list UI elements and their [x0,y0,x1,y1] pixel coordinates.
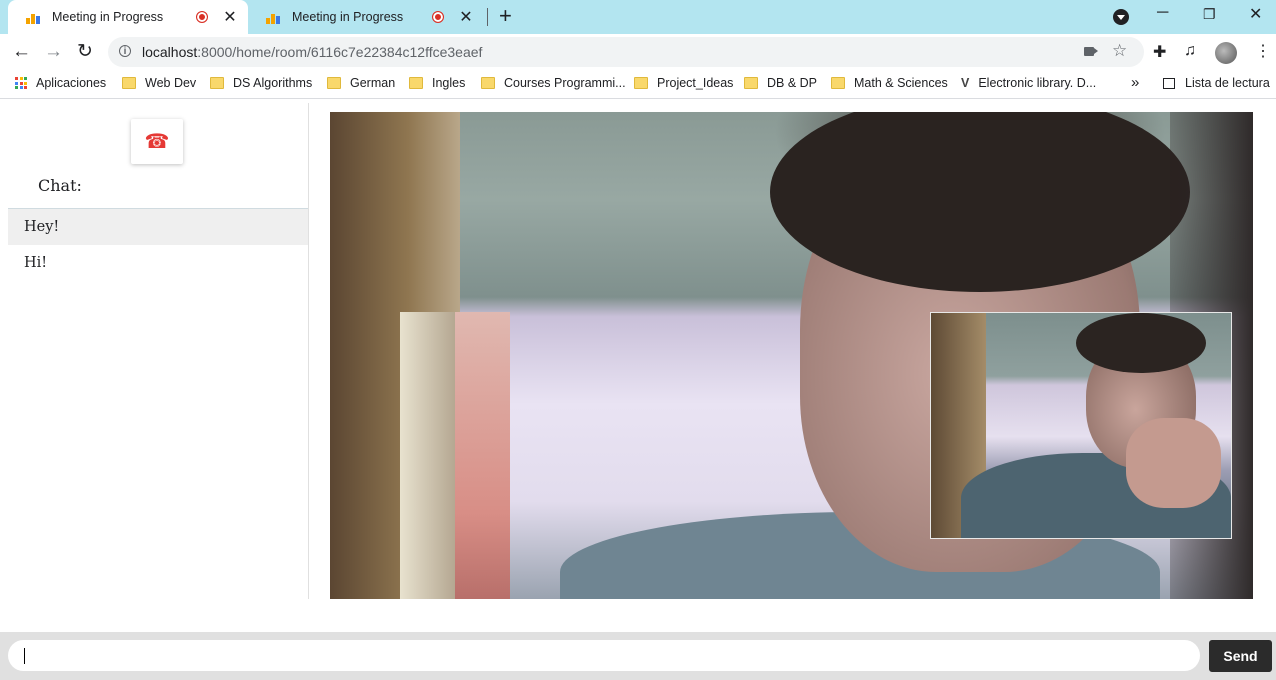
recording-indicator-icon [196,11,208,23]
hangup-button[interactable]: ☎ [131,119,183,164]
chat-message-input[interactable] [8,640,1200,671]
chat-message: Hi! [24,255,48,271]
minimize-icon[interactable]: ─ [1157,4,1168,22]
extensions-puzzle-icon[interactable]: ✚ [1153,42,1166,62]
folder-icon [327,77,341,89]
site-favicon-icon [266,10,282,24]
browser-toolbar: ← → ↻ i localhost:8000/home/room/6116c7e… [0,34,1276,70]
bookmark-folder[interactable]: DS Algorithms [210,76,312,90]
bookmark-folder[interactable]: Project_Ideas [634,76,733,90]
bookmark-link[interactable]: V Electronic library. D... [961,76,1096,90]
browser-tab-active[interactable]: Meeting in Progress ✕ [8,0,248,34]
text-caret [24,648,25,664]
window-close-icon[interactable]: ✕ [1249,4,1262,24]
tab-search-icon[interactable] [1113,9,1129,25]
reading-list-icon [1163,77,1175,89]
tab-title: Meeting in Progress [292,10,404,24]
restore-icon[interactable]: ❐ [1203,6,1216,23]
bookmark-folder[interactable]: Ingles [409,76,465,90]
site-favicon-icon [26,10,42,24]
bookmark-folder[interactable]: Courses Programmi... [481,76,626,90]
tab-close-icon[interactable]: ✕ [458,7,474,27]
folder-icon [122,77,136,89]
bookmarks-overflow-chevron-icon[interactable]: » [1131,74,1139,91]
v-logo-icon: V [961,76,970,90]
tab-close-icon[interactable]: ✕ [222,7,238,27]
address-bar[interactable]: i localhost:8000/home/room/6116c7e22384c… [108,37,1144,67]
media-controls-icon[interactable]: ♫ [1184,42,1196,60]
folder-icon [409,77,423,89]
bookmark-star-icon[interactable]: ☆ [1112,41,1127,61]
bookmarks-bar: Aplicaciones Web Dev DS Algorithms Germa… [0,70,1276,99]
new-tab-plus-icon[interactable]: + [499,5,512,27]
folder-icon [210,77,224,89]
bookmark-folder[interactable]: Web Dev [122,76,196,90]
profile-avatar[interactable] [1215,42,1237,64]
chat-sidebar: ☎ Chat: Hey! Hi! [0,103,309,599]
bookmark-apps[interactable]: Aplicaciones [15,76,106,90]
apps-grid-icon [15,77,27,89]
tab-strip: Meeting in Progress ✕ Meeting in Progres… [0,0,1276,34]
folder-icon [481,77,495,89]
send-button[interactable]: Send [1209,640,1272,672]
chat-title: Chat: [38,176,82,195]
recording-indicator-icon [432,11,444,23]
browser-tab[interactable]: Meeting in Progress ✕ [248,0,484,34]
folder-icon [831,77,845,89]
tab-title: Meeting in Progress [52,10,164,24]
chat-message: Hey! [8,209,308,245]
message-list: Hey! Hi! [8,208,308,281]
forward-arrow-icon[interactable]: → [44,40,63,64]
camera-in-use-icon[interactable] [1084,47,1098,56]
tab-separator [487,8,488,26]
reading-list-button[interactable]: Lista de lectura [1163,76,1270,90]
site-info-icon[interactable]: i [119,45,131,57]
folder-icon [634,77,648,89]
chat-input-bar: Send [0,632,1276,680]
browser-menu-icon[interactable]: ⋮ [1255,41,1271,61]
bookmark-folder[interactable]: Math & Sciences [831,76,948,90]
reload-icon[interactable]: ↻ [77,40,93,64]
bookmark-folder[interactable]: German [327,76,395,90]
local-video-preview [930,312,1232,539]
url-text[interactable]: localhost:8000/home/room/6116c7e22384c12… [142,44,482,60]
folder-icon [744,77,758,89]
phone-hangup-icon: ☎ [144,131,170,153]
bookmark-folder[interactable]: DB & DP [744,76,817,90]
back-arrow-icon[interactable]: ← [12,40,31,64]
